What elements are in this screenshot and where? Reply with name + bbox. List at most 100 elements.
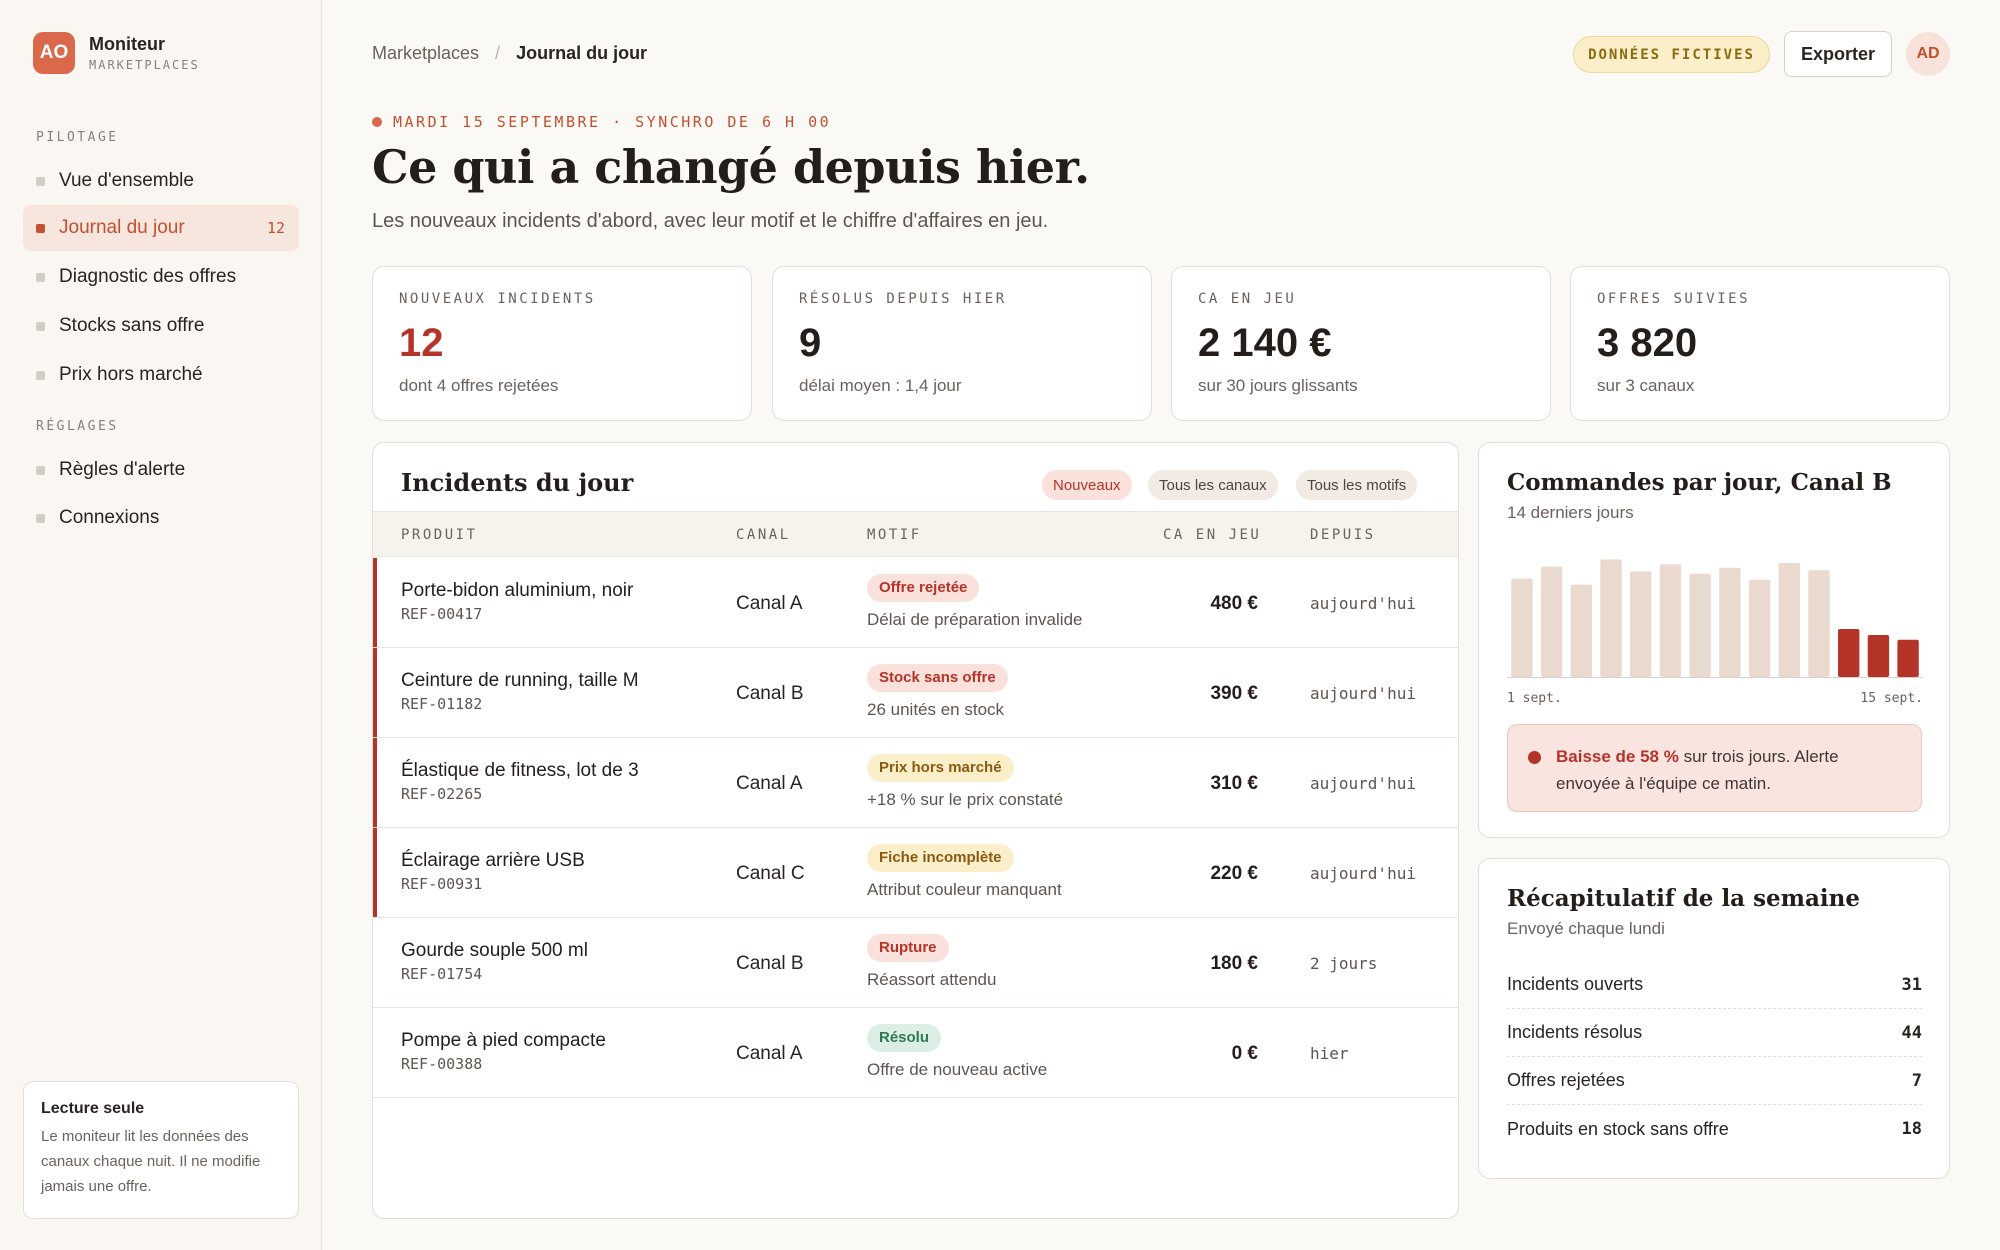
kpi-value: 2 140 €: [1198, 321, 1332, 365]
sidebar-item-stocks[interactable]: Stocks sans offre: [23, 303, 299, 349]
product-ref: REF-01754: [401, 965, 483, 983]
sidebar-item-label: Règles d'alerte: [59, 459, 186, 480]
kpi-value: 3 820: [1597, 321, 1698, 365]
product-ref: REF-01182: [401, 695, 483, 713]
section-reglages: RÉGLAGES: [36, 419, 119, 434]
product-name: Porte-bidon aluminium, noir: [401, 580, 634, 601]
sidebar-item-label: Stocks sans offre: [59, 315, 205, 336]
sidebar-item-journal[interactable]: Journal du jour 12: [23, 205, 299, 251]
table-header: PRODUIT CANAL MOTIF CA EN JEU DEPUIS: [373, 511, 1458, 557]
recap-value: 44: [1901, 1022, 1922, 1043]
column-header-depuis[interactable]: DEPUIS: [1310, 527, 1376, 543]
column-header-canal[interactable]: CANAL: [736, 527, 791, 543]
recap-value: 18: [1901, 1119, 1922, 1139]
revenue-cell: 390 €: [1210, 683, 1258, 704]
motif-detail: Offre de nouveau active: [867, 1060, 1048, 1079]
since-cell: 2 jours: [1310, 954, 1378, 973]
column-header-ca[interactable]: CA EN JEU: [1163, 527, 1261, 543]
brand-name: Moniteur: [89, 34, 165, 54]
sidebar-item-vue-ensemble[interactable]: Vue d'ensemble: [23, 158, 299, 204]
sidebar-item-label: Prix hors marché: [59, 364, 203, 385]
product-name: Éclairage arrière USB: [401, 850, 585, 871]
revenue-cell: 480 €: [1210, 593, 1258, 614]
sidebar-item-prix[interactable]: Prix hors marché: [23, 352, 299, 398]
product-ref: REF-00388: [401, 1055, 483, 1073]
product-name: Élastique de fitness, lot de 3: [401, 760, 639, 781]
motif-badge: Stock sans offre: [867, 664, 1008, 692]
status-dot-icon: [372, 117, 382, 127]
revenue-cell: 0 €: [1231, 1043, 1258, 1064]
sidebar-item-diagnostic[interactable]: Diagnostic des offres: [23, 254, 299, 300]
canal-cell: Canal A: [736, 1043, 803, 1064]
column-header-produit[interactable]: PRODUIT: [401, 527, 478, 543]
sidebar-item-connexions[interactable]: Connexions: [23, 495, 299, 541]
avatar[interactable]: AD: [1906, 32, 1950, 76]
product-ref: REF-00417: [401, 605, 483, 623]
recap-label: Incidents ouverts: [1507, 974, 1644, 994]
filter-chip-motifs[interactable]: Tous les motifs: [1296, 470, 1418, 500]
table-row[interactable]: Éclairage arrière USB REF-00931 Canal C F…: [373, 828, 1458, 918]
product-ref: REF-00931: [401, 875, 483, 893]
recap-label: Incidents résolus: [1507, 1022, 1643, 1042]
column-header-motif[interactable]: MOTIF: [867, 527, 922, 543]
bar-1 sept.: [1511, 578, 1533, 677]
incidents-panel: Incidents du jour Nouveaux Tous les cana…: [372, 442, 1459, 1219]
since-cell: aujourd'hui: [1310, 864, 1416, 883]
bullet-icon: [36, 321, 45, 331]
kpi-value: 12: [399, 321, 444, 365]
canal-cell: Canal B: [736, 953, 804, 974]
canal-cell: Canal A: [736, 773, 803, 794]
recap-label: Offres rejetées: [1507, 1070, 1625, 1090]
recap-value: 7: [1911, 1070, 1922, 1091]
bullet-icon: [36, 272, 45, 282]
product-name: Pompe à pied compacte: [401, 1030, 606, 1051]
incidents-title: Incidents du jour: [401, 468, 634, 497]
table-row[interactable]: Ceinture de running, taille M REF-01182 C…: [373, 648, 1458, 738]
canal-cell: Canal A: [736, 593, 803, 614]
kpi-new-incidents: NOUVEAUX INCIDENTS 12 dont 4 offres reje…: [372, 266, 752, 421]
table-row[interactable]: Pompe à pied compacte REF-00388 Canal A R…: [373, 1008, 1458, 1098]
sync-date-line: MARDI 15 SEPTEMBRE · SYNCHRO DE 6 H 00: [372, 113, 831, 131]
orders-chart-card: Commandes par jour, Canal B 14 derniers …: [1478, 442, 1950, 838]
table-row[interactable]: Élastique de fitness, lot de 3 REF-02265 …: [373, 738, 1458, 828]
filter-chip-canaux[interactable]: Tous les canaux: [1148, 470, 1278, 500]
kpi-sub: délai moyen : 1,4 jour: [799, 376, 962, 395]
x-tick-end: 15 sept.: [1860, 691, 1923, 706]
breadcrumb-current: Journal du jour: [516, 43, 648, 63]
kpi-sub: sur 3 canaux: [1597, 376, 1695, 395]
bullet-icon: [36, 176, 45, 186]
breadcrumb: Marketplaces / Journal du jour: [372, 43, 647, 64]
alert-dot-icon: [1528, 751, 1541, 764]
motif-badge: Fiche incomplète: [867, 844, 1014, 872]
sidebar-item-regles[interactable]: Règles d'alerte: [23, 447, 299, 493]
brand[interactable]: AO Moniteur MARKETPLACES: [33, 32, 200, 74]
filter-chip-nouveaux[interactable]: Nouveaux: [1042, 470, 1132, 500]
motif-badge: Rupture: [867, 934, 949, 962]
since-cell: hier: [1310, 1044, 1349, 1063]
sidebar-item-count: 12: [266, 219, 285, 237]
revenue-cell: 220 €: [1210, 863, 1258, 884]
sync-date-text: MARDI 15 SEPTEMBRE · SYNCHRO DE 6 H 00: [393, 113, 832, 131]
sidebar-item-label: Journal du jour: [59, 217, 185, 238]
breadcrumb-marketplaces[interactable]: Marketplaces: [372, 43, 479, 64]
fictive-data-badge: DONNÉES FICTIVES: [1573, 36, 1770, 73]
kpi-value: 9: [799, 321, 822, 365]
recap-value: 31: [1901, 974, 1922, 995]
recap-title: Récapitulatif de la semaine: [1507, 885, 1861, 912]
bar-8: [1719, 567, 1741, 677]
kpi-revenue-at-stake: CA EN JEU 2 140 € sur 30 jours glissants: [1171, 266, 1551, 421]
x-tick-start: 1 sept.: [1507, 691, 1562, 706]
recap-label: Produits en stock sans offre: [1507, 1118, 1729, 1139]
kpi-resolved: RÉSOLUS DEPUIS HIER 9 délai moyen : 1,4 …: [772, 266, 1152, 421]
recap-row: Incidents résolus 44: [1507, 1009, 1922, 1057]
bar-9: [1748, 579, 1771, 677]
since-cell: aujourd'hui: [1310, 594, 1416, 613]
canal-cell: Canal B: [736, 683, 804, 704]
export-button[interactable]: Exporter: [1784, 31, 1892, 77]
weekly-recap-card: Récapitulatif de la semaine Envoyé chaqu…: [1478, 858, 1950, 1179]
product-name: Ceinture de running, taille M: [401, 670, 639, 691]
table-row[interactable]: Porte-bidon aluminium, noir REF-00417 Can…: [373, 558, 1458, 648]
kpi-tracked-offers: OFFRES SUIVIES 3 820 sur 3 canaux: [1570, 266, 1950, 421]
table-row[interactable]: Gourde souple 500 ml REF-01754 Canal B Ru…: [373, 918, 1458, 1008]
bullet-icon: [36, 513, 45, 523]
